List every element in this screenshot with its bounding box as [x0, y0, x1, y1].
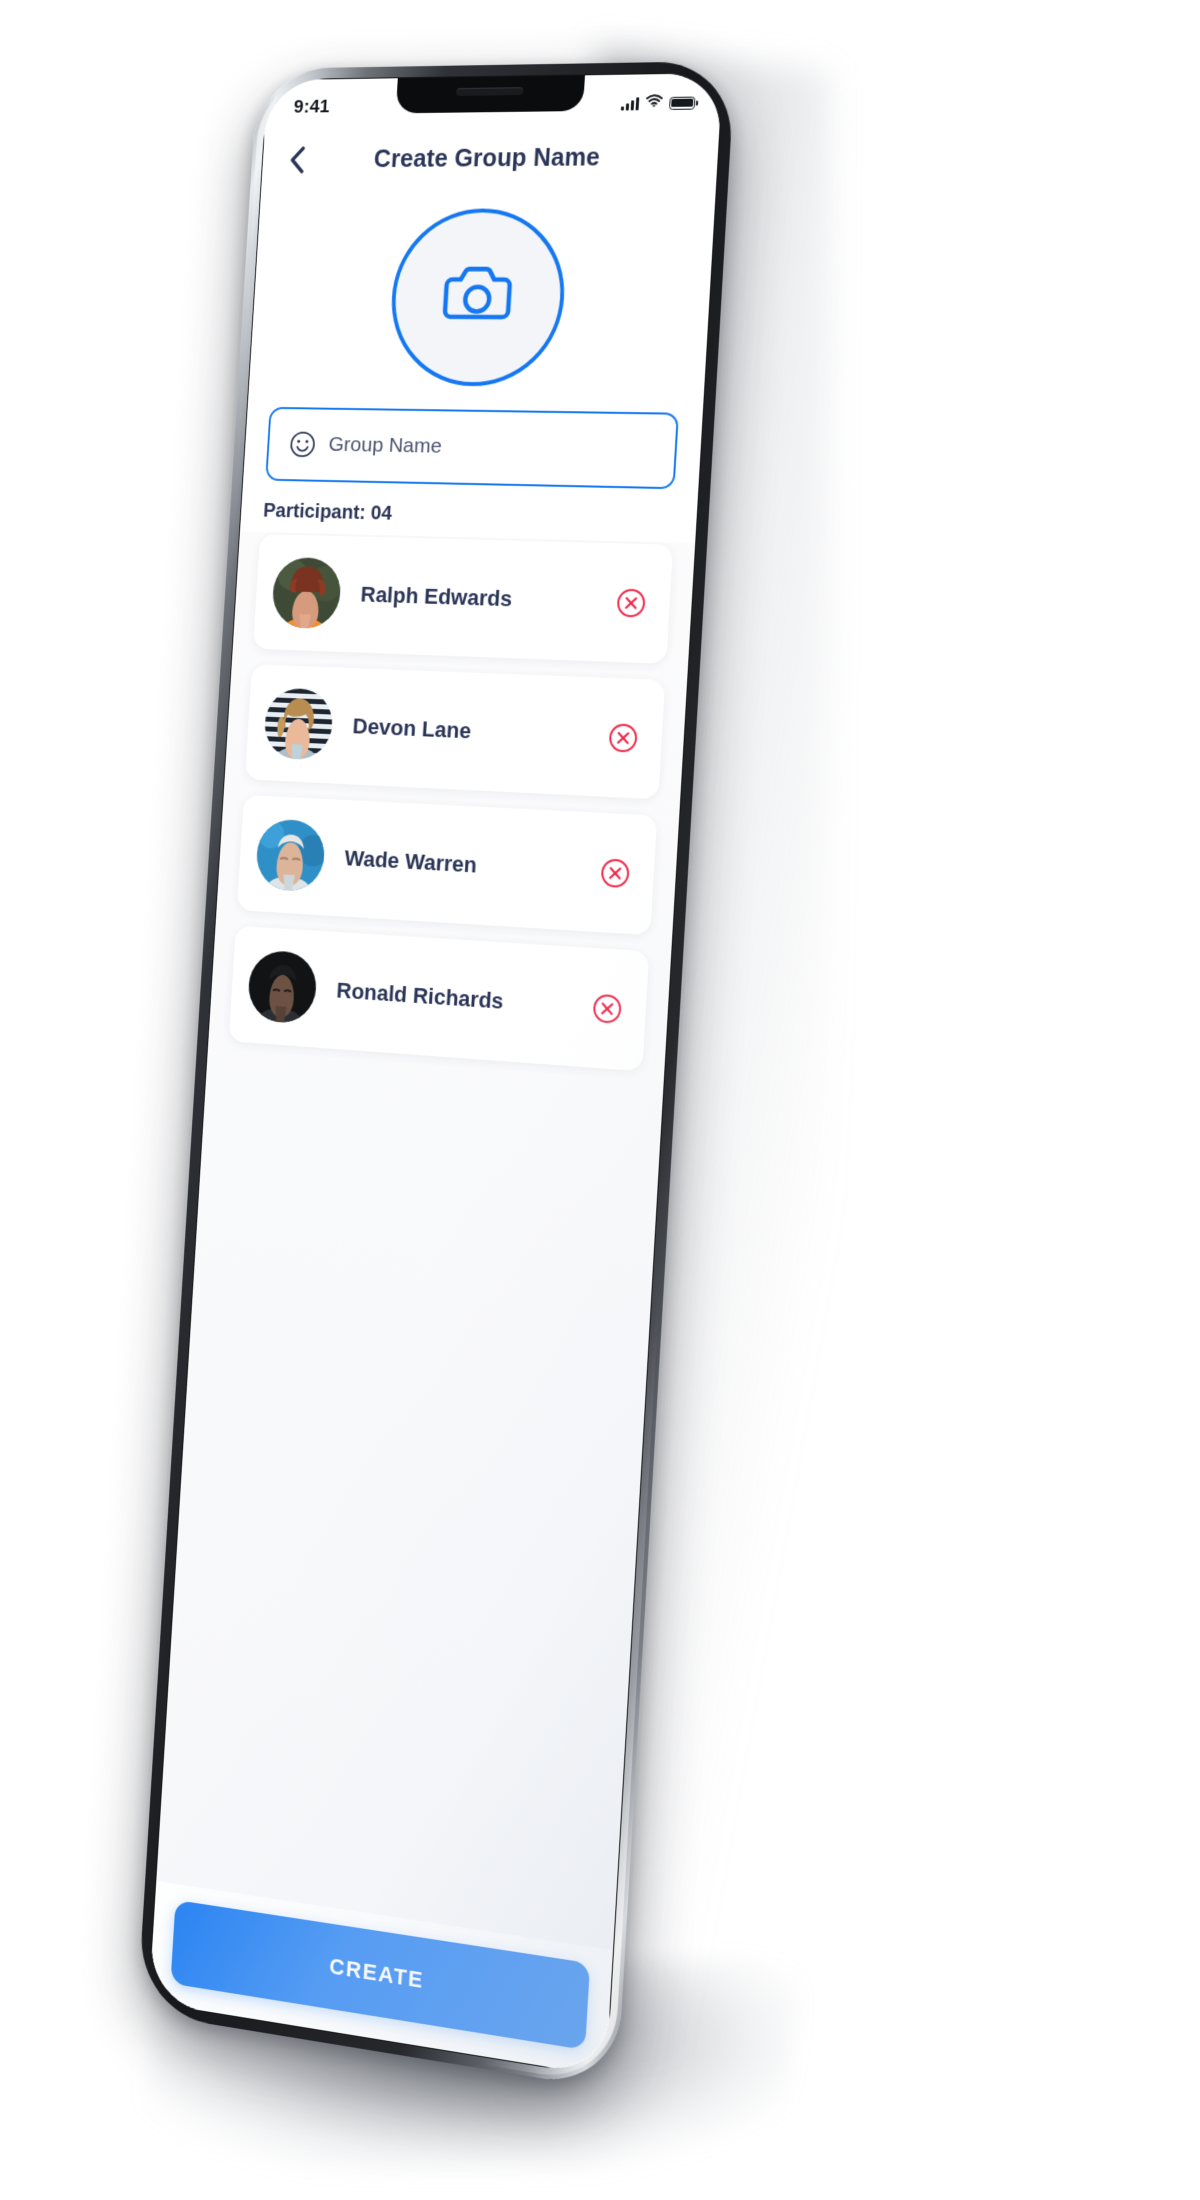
avatar	[255, 818, 326, 892]
status-bar: 9:41	[265, 73, 723, 130]
page-title: Create Group Name	[262, 142, 719, 174]
status-bar-clock: 9:41	[293, 97, 330, 119]
participant-name: Devon Lane	[352, 713, 607, 750]
participant-name: Ralph Edwards	[360, 582, 615, 616]
group-name-section	[243, 407, 703, 490]
participant-count-label: Participant: 04	[240, 480, 698, 543]
participant-name: Ronald Richards	[336, 978, 591, 1021]
wifi-icon	[645, 94, 663, 112]
avatar	[263, 687, 334, 760]
mockup-scene: 9:41 Create Group Name Group Name Partic…	[0, 0, 1200, 2200]
circle-x-icon	[592, 993, 623, 1025]
remove-participant-button[interactable]	[589, 990, 625, 1027]
app-content: Create Group Name Group Name Participant…	[149, 73, 723, 2076]
chevron-left-icon	[288, 145, 306, 174]
group-photo-picker[interactable]	[387, 208, 570, 387]
avatar	[271, 557, 342, 629]
cellular-signal-icon	[621, 97, 639, 110]
remove-participant-button[interactable]	[597, 855, 633, 891]
phone-mockup: 9:41 Create Group Name Group Name Partic…	[0, 0, 1200, 2200]
group-name-input[interactable]	[328, 433, 654, 463]
table-row[interactable]: Ronald Richards	[229, 926, 650, 1072]
participant-list: Ralph Edwards Devon Lane Wade Warren Ron…	[156, 532, 695, 1951]
earpiece-speaker	[456, 87, 523, 96]
avatar	[247, 949, 318, 1024]
notch	[396, 73, 585, 113]
app-bar: Create Group Name	[261, 125, 719, 190]
group-photo-section	[248, 188, 716, 413]
remove-participant-button[interactable]	[613, 585, 649, 620]
table-row[interactable]: Wade Warren	[237, 795, 658, 935]
status-bar-icons	[621, 94, 696, 113]
participant-name: Wade Warren	[344, 845, 599, 885]
circle-x-icon	[615, 588, 646, 619]
table-row[interactable]: Ralph Edwards	[253, 534, 673, 664]
remove-participant-button[interactable]	[605, 720, 641, 756]
back-button[interactable]	[280, 143, 313, 176]
camera-icon	[438, 264, 517, 331]
phone-screen: 9:41 Create Group Name Group Name Partic…	[149, 73, 723, 2076]
battery-full-icon	[669, 96, 695, 109]
group-name-field[interactable]	[265, 407, 679, 489]
phone-device: 9:41 Create Group Name Group Name Partic…	[137, 61, 735, 2091]
circle-x-icon	[600, 857, 631, 889]
table-row[interactable]: Devon Lane	[245, 664, 665, 799]
circle-x-icon	[607, 722, 638, 754]
smiley-face-icon	[289, 431, 317, 459]
